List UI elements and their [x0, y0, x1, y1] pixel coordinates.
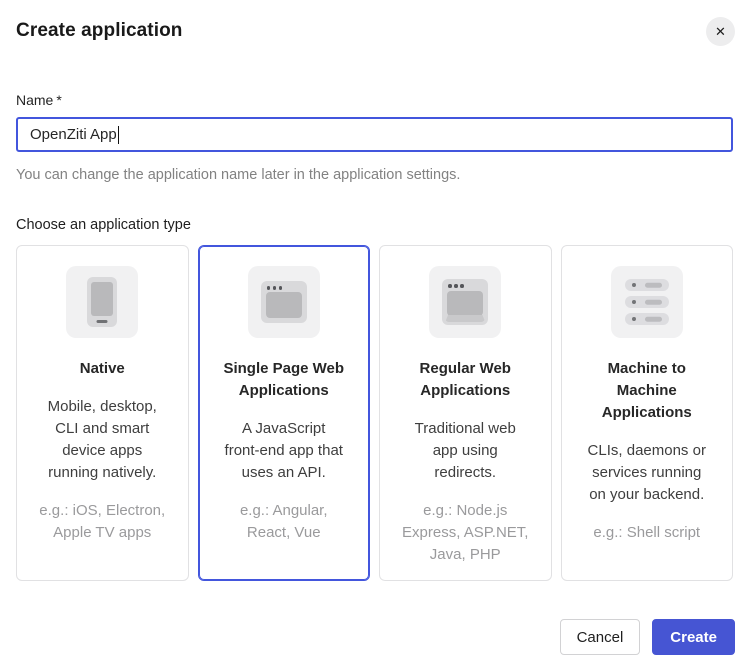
modal-body: Name* OpenZiti App You can change the ap…: [0, 92, 749, 581]
card-description: A JavaScript front-end app that uses an …: [225, 418, 343, 484]
web-server-window-icon: [442, 279, 488, 325]
application-type-cards: Native Mobile, desktop, CLI and smart de…: [16, 245, 733, 581]
application-name-input[interactable]: OpenZiti App: [16, 117, 733, 152]
browser-window-icon: [261, 281, 307, 323]
native-icon-box: [66, 266, 138, 338]
card-examples: e.g.: iOS, Electron, Apple TV apps: [39, 500, 165, 544]
name-label-text: Name: [16, 92, 53, 108]
create-button[interactable]: Create: [652, 619, 735, 655]
card-examples: e.g.: Node.js Express, ASP.NET, Java, PH…: [402, 500, 528, 566]
modal-header: Create application ✕: [0, 0, 749, 46]
modal-footer: Cancel Create: [560, 619, 735, 655]
card-examples: e.g.: Angular, React, Vue: [240, 500, 328, 544]
card-description: Traditional web app using redirects.: [415, 418, 516, 484]
card-regular-web[interactable]: Regular Web Applications Traditional web…: [379, 245, 552, 581]
spa-icon-box: [248, 266, 320, 338]
name-field-label: Name*: [16, 92, 733, 108]
card-examples: e.g.: Shell script: [593, 522, 700, 544]
card-description: Mobile, desktop, CLI and smart device ap…: [48, 396, 157, 484]
regular-web-icon-box: [429, 266, 501, 338]
text-caret: [118, 126, 120, 144]
close-button[interactable]: ✕: [706, 17, 735, 46]
card-single-page-web[interactable]: Single Page Web Applications A JavaScrip…: [198, 245, 371, 581]
m2m-icon-box: [611, 266, 683, 338]
modal-title: Create application: [16, 17, 183, 42]
create-application-modal: Create application ✕ Name* OpenZiti App …: [0, 0, 749, 670]
card-title: Regular Web Applications: [420, 358, 511, 402]
required-asterisk: *: [56, 92, 61, 108]
card-native[interactable]: Native Mobile, desktop, CLI and smart de…: [16, 245, 189, 581]
card-description: CLIs, daemons or services running on you…: [588, 440, 706, 506]
card-machine-to-machine[interactable]: Machine to Machine Applications CLIs, da…: [561, 245, 734, 581]
card-title: Single Page Web Applications: [223, 358, 344, 402]
application-type-label: Choose an application type: [16, 217, 733, 233]
server-list-icon: [625, 279, 669, 325]
application-name-value: OpenZiti App: [30, 126, 117, 143]
card-title: Machine to Machine Applications: [602, 358, 692, 424]
close-icon: ✕: [715, 25, 726, 38]
cancel-button[interactable]: Cancel: [560, 619, 641, 655]
name-helper-text: You can change the application name late…: [16, 167, 733, 183]
mobile-phone-icon: [87, 277, 117, 327]
card-title: Native: [80, 358, 125, 380]
